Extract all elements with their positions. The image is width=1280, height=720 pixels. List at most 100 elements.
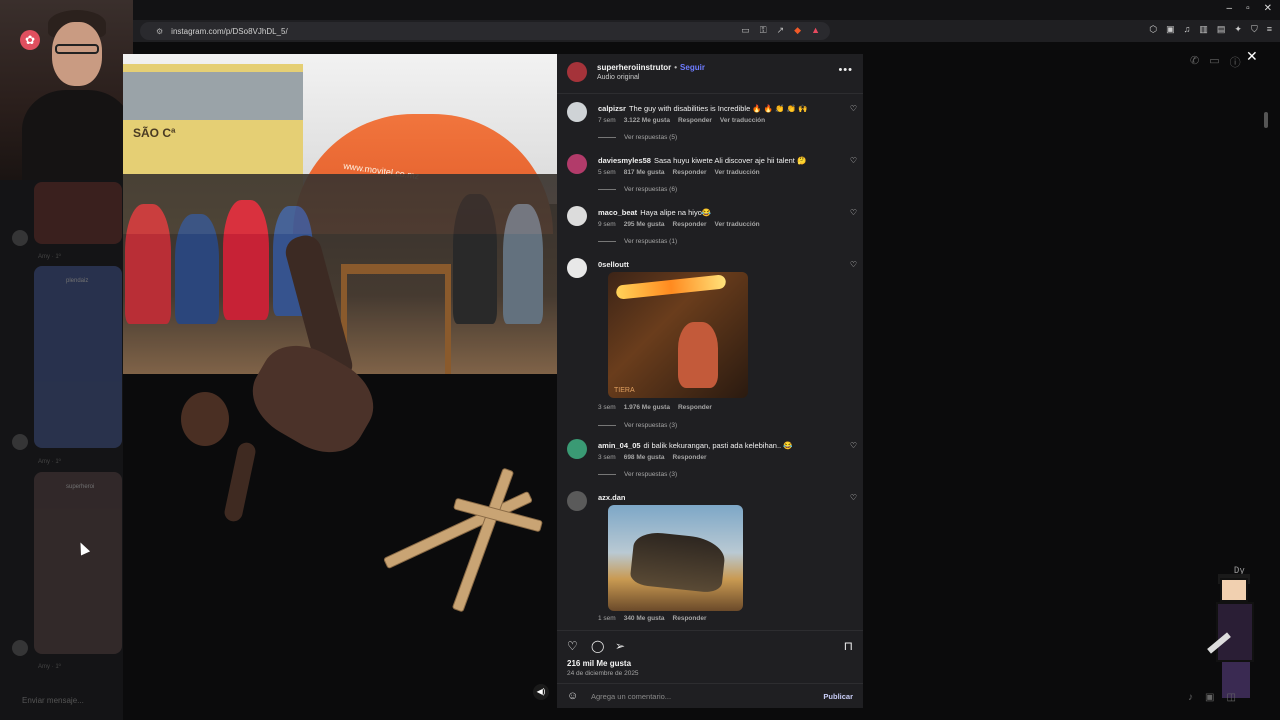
comment-time[interactable]: 1 sem xyxy=(598,615,616,622)
replies-divider xyxy=(598,473,616,475)
chat-thumbnail-3[interactable]: superheroi xyxy=(34,472,122,654)
close-window-icon[interactable]: ✕ xyxy=(1264,3,1272,14)
comment-username[interactable]: azx.dan xyxy=(598,493,626,502)
sticker-icon[interactable]: ◫ xyxy=(1226,692,1235,703)
share-icon[interactable]: ↗ xyxy=(777,25,785,36)
like-comment-icon[interactable]: ♡ xyxy=(850,441,857,450)
mic-icon[interactable]: ♪ xyxy=(1188,692,1193,703)
scrollbar[interactable] xyxy=(1264,112,1268,128)
comment-avatar[interactable] xyxy=(567,154,587,174)
follow-button[interactable]: Seguir xyxy=(680,63,705,72)
info-icon[interactable]: ⓘ xyxy=(1230,54,1241,70)
comment-gif[interactable]: TIERA xyxy=(608,272,748,398)
brave-shield-icon[interactable]: ◆ xyxy=(794,25,801,36)
chat-thumb-label-2: superheroi xyxy=(66,484,95,490)
sidebar-icon[interactable]: ▥ xyxy=(1199,24,1208,35)
phone-icon[interactable]: ✆ xyxy=(1190,54,1199,70)
translate-button[interactable]: Ver traducción xyxy=(720,117,765,124)
like-comment-icon[interactable]: ♡ xyxy=(850,156,857,165)
key-icon[interactable]: ⚿ xyxy=(760,25,767,36)
reply-button[interactable]: Responder xyxy=(678,117,712,124)
comment-icon[interactable]: ◯ xyxy=(591,639,604,653)
comment-avatar[interactable] xyxy=(567,491,587,511)
image-person xyxy=(175,214,219,324)
reply-button[interactable]: Responder xyxy=(673,454,707,461)
url-text: instagram.com/p/DSo8VJhDL_5/ xyxy=(171,26,288,36)
video-call-icon[interactable]: ▭ xyxy=(1209,54,1219,70)
comment-avatar[interactable] xyxy=(567,258,587,278)
reply-button[interactable]: Responder xyxy=(673,221,707,228)
comment-likes[interactable]: 1.976 Me gusta xyxy=(624,404,670,411)
comment-avatar[interactable] xyxy=(567,439,587,459)
author-avatar[interactable] xyxy=(567,62,587,82)
comment-input[interactable]: Agrega un comentario... xyxy=(591,692,671,701)
rewards-icon[interactable]: ▲ xyxy=(811,25,820,36)
emoji-icon[interactable]: ☺ xyxy=(567,690,578,702)
cast-icon[interactable]: ▭ xyxy=(741,25,750,36)
comment-username[interactable]: 0selloutt xyxy=(598,260,629,269)
comment-time[interactable]: 3 sem xyxy=(598,404,616,411)
address-bar[interactable]: ⚙ instagram.com/p/DSo8VJhDL_5/ ▭ ⚿ ↗ ◆ ▲ xyxy=(140,22,830,40)
reply-button[interactable]: Responder xyxy=(673,615,707,622)
screenshot-icon[interactable]: ▣ xyxy=(1166,24,1175,35)
view-replies-button[interactable]: Ver respuestas (6) xyxy=(598,186,677,193)
close-modal-icon[interactable]: ✕ xyxy=(1246,48,1258,65)
comment-time[interactable]: 3 sem xyxy=(598,454,616,461)
view-replies-button[interactable]: Ver respuestas (3) xyxy=(598,422,677,429)
extension-icon[interactable]: ⬡ xyxy=(1149,24,1157,35)
comment-avatar[interactable] xyxy=(567,102,587,122)
save-icon[interactable]: ⊓ xyxy=(844,639,853,653)
wallet-icon[interactable]: ▤ xyxy=(1217,24,1226,35)
like-comment-icon[interactable]: ♡ xyxy=(850,493,857,502)
sound-toggle-icon[interactable]: ◀) xyxy=(533,684,549,700)
view-replies-button[interactable]: Ver respuestas (5) xyxy=(598,134,677,141)
comment-username[interactable]: daviesmyles58 xyxy=(598,156,651,165)
translate-button[interactable]: Ver traducción xyxy=(714,221,759,228)
author-username[interactable]: superheroiinstrutor xyxy=(597,63,671,72)
image-icon[interactable]: ▣ xyxy=(1205,692,1214,703)
chat-meta-2: Amy · 1º xyxy=(38,459,61,465)
chat-thumbnail-2[interactable]: plendaiz xyxy=(34,266,122,448)
chat-message-input[interactable]: Enviar mensaje... xyxy=(22,696,84,705)
comment-time[interactable]: 9 sem xyxy=(598,221,616,228)
comment-avatar[interactable] xyxy=(567,206,587,226)
view-replies-button[interactable]: Ver respuestas (1) xyxy=(598,238,677,245)
comment-meta: 7 sem 3.122 Me gusta Responder Ver traducci… xyxy=(598,117,773,124)
vpn-icon[interactable]: ⛉ xyxy=(1251,24,1258,35)
music-icon[interactable]: ♫ xyxy=(1184,24,1191,35)
streamer-glasses xyxy=(55,44,99,54)
like-comment-icon[interactable]: ♡ xyxy=(850,104,857,113)
view-replies-button[interactable]: Ver respuestas (3) xyxy=(598,471,677,478)
site-info-icon[interactable]: ⚙ xyxy=(156,27,163,36)
comment-time[interactable]: 5 sem xyxy=(598,169,616,176)
likes-count[interactable]: 216 mil Me gusta xyxy=(567,659,631,668)
audio-label[interactable]: Audio original xyxy=(597,74,639,81)
comment-likes[interactable]: 295 Me gusta xyxy=(624,221,665,228)
like-comment-icon[interactable]: ♡ xyxy=(850,208,857,217)
minimize-icon[interactable]: – xyxy=(1227,3,1233,14)
like-icon[interactable]: ♡ xyxy=(567,639,578,653)
like-comment-icon[interactable]: ♡ xyxy=(850,260,857,269)
reply-button[interactable]: Responder xyxy=(673,169,707,176)
chat-thumbnail-1[interactable] xyxy=(34,182,122,244)
comment-gif[interactable] xyxy=(608,505,743,611)
comment-likes[interactable]: 3.122 Me gusta xyxy=(624,117,670,124)
publish-button[interactable]: Publicar xyxy=(823,692,853,701)
image-person xyxy=(125,204,171,324)
maximize-icon[interactable]: ▫ xyxy=(1246,3,1250,14)
post-header: superheroiinstrutor • Seguir Audio origina… xyxy=(557,54,863,94)
more-options-icon[interactable]: ••• xyxy=(838,64,853,76)
comment-likes[interactable]: 817 Me gusta xyxy=(624,169,665,176)
translate-button[interactable]: Ver traducción xyxy=(714,169,759,176)
reply-button[interactable]: Responder xyxy=(678,404,712,411)
ai-icon[interactable]: ✦ xyxy=(1234,24,1242,35)
comment-username[interactable]: calpizsr xyxy=(598,104,626,113)
comment-username[interactable]: maco_beat xyxy=(598,208,637,217)
send-icon[interactable]: ➢ xyxy=(615,639,625,653)
comment-likes[interactable]: 698 Me gusta xyxy=(624,454,665,461)
comment-username[interactable]: amin_04_05 xyxy=(598,441,641,450)
comment-time[interactable]: 7 sem xyxy=(598,117,616,124)
post-media[interactable]: SÃO Cª www.movitel.co.mz ◀) xyxy=(123,54,557,708)
menu-icon[interactable]: ≡ xyxy=(1267,24,1272,35)
comment-likes[interactable]: 340 Me gusta xyxy=(624,615,665,622)
